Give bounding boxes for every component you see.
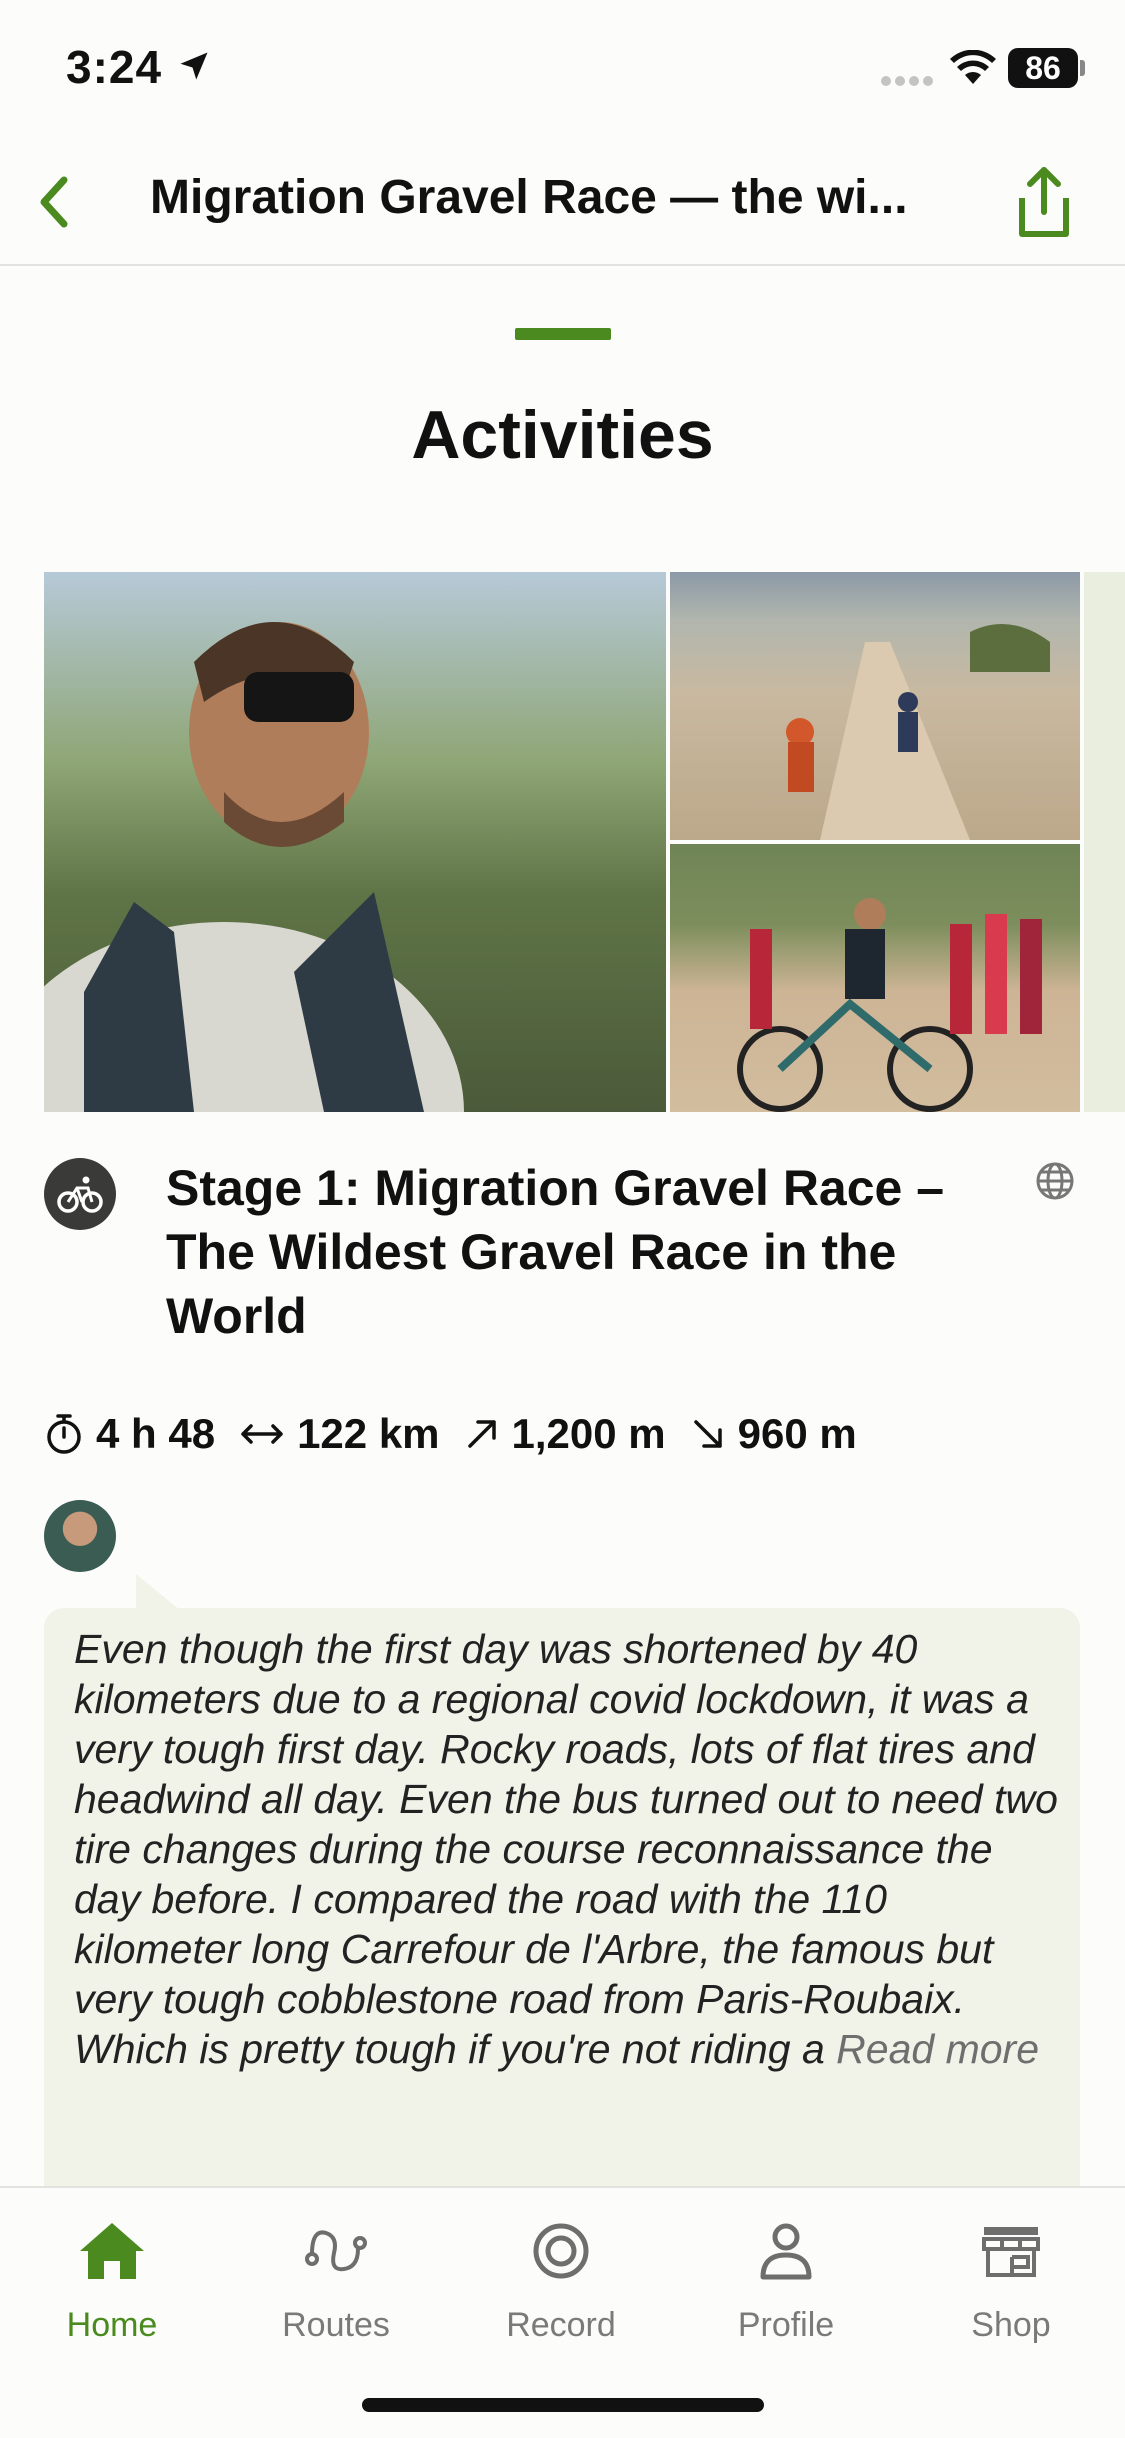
tab-home[interactable]: Home <box>22 2212 202 2345</box>
activity-title[interactable]: Stage 1: Migration Gravel Race – The Wil… <box>166 1156 1006 1348</box>
shop-icon <box>921 2212 1101 2290</box>
arrow-up-right-icon <box>464 1416 500 1452</box>
tab-record-label: Record <box>506 2306 616 2344</box>
tab-profile-label: Profile <box>737 2306 835 2344</box>
tab-profile[interactable]: Profile <box>696 2212 876 2345</box>
share-icon[interactable] <box>1008 162 1080 242</box>
section-title: Activities <box>411 397 714 473</box>
distance-stat: 122 km <box>239 1410 440 1458</box>
tab-routes[interactable]: Routes <box>246 2212 426 2345</box>
stopwatch-icon <box>44 1412 84 1456</box>
tab-routes-label: Routes <box>282 2306 390 2344</box>
photo-gravel-road[interactable] <box>670 572 1080 840</box>
back-chevron-icon[interactable] <box>20 166 92 238</box>
activity-stats: 4 h 48 122 km 1,200 m 960 m <box>44 1404 881 1464</box>
description-text: Even though the first day was shortened … <box>74 1626 1058 2072</box>
section-accent-bar <box>515 328 611 340</box>
ascent-value: 1,200 m <box>511 1410 666 1457</box>
wifi-icon <box>950 49 996 91</box>
descent-value: 960 m <box>737 1410 857 1457</box>
nav-title: Migration Gravel Race — the wi... <box>150 171 908 224</box>
read-more-link[interactable]: Read more <box>836 2026 1039 2072</box>
tab-shop-label: Shop <box>971 2306 1051 2344</box>
photo-rider-with-villagers[interactable] <box>670 844 1080 1112</box>
tab-record[interactable]: Record <box>471 2212 651 2345</box>
cycling-activity-icon <box>44 1158 116 1230</box>
activity-description: Even though the first day was shortened … <box>74 1624 1064 2074</box>
duration-stat: 4 h 48 <box>44 1410 215 1458</box>
comment-bubble-tail <box>136 1574 180 1610</box>
globe-visibility-icon <box>1034 1160 1076 1202</box>
map-preview-edge[interactable] <box>1084 572 1125 1112</box>
photo-rider-portrait[interactable] <box>44 572 666 1112</box>
horizontal-arrows-icon <box>239 1419 285 1449</box>
distance-value: 122 km <box>297 1410 440 1457</box>
arrow-down-right-icon <box>690 1416 726 1452</box>
routes-icon <box>246 2212 426 2290</box>
home-indicator <box>362 2398 764 2412</box>
status-time: 3:24 <box>66 41 163 93</box>
record-icon <box>471 2212 651 2290</box>
nav-header: Migration Gravel Race — the wi... <box>0 140 1125 266</box>
descent-stat: 960 m <box>690 1410 857 1458</box>
tab-shop[interactable]: Shop <box>921 2212 1101 2345</box>
home-icon <box>22 2212 202 2290</box>
profile-icon <box>696 2212 876 2290</box>
author-avatar[interactable] <box>44 1500 116 1572</box>
status-bar: 3:24 86 <box>0 0 1125 140</box>
tab-home-label: Home <box>66 2306 158 2344</box>
battery-tip <box>1080 60 1085 76</box>
location-arrow-icon <box>176 48 212 89</box>
duration-value: 4 h 48 <box>96 1410 216 1457</box>
photo-collage[interactable] <box>44 572 1125 1112</box>
ascent-stat: 1,200 m <box>464 1410 666 1458</box>
battery-level: 86 <box>1008 48 1078 88</box>
signal-icon <box>880 74 936 92</box>
